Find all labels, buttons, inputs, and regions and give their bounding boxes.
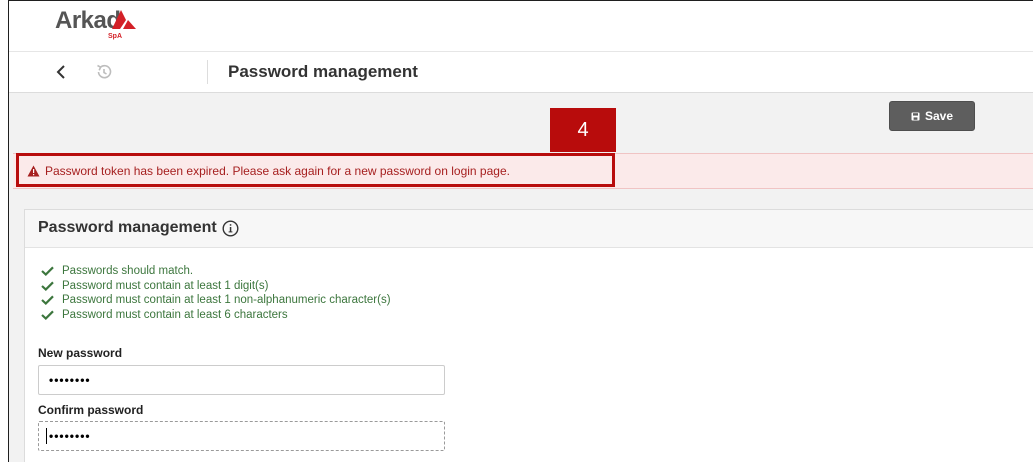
- brand-logo-icon: [112, 10, 136, 29]
- new-password-value: ••••••••: [49, 373, 91, 387]
- floppy-disk-icon: [911, 112, 920, 120]
- password-management-panel: Password management Passwords should mat…: [24, 209, 1033, 462]
- text-caret: [46, 428, 47, 444]
- save-button-label: Save: [924, 109, 954, 123]
- password-rule: Password must contain at least 1 digit(s…: [41, 279, 391, 293]
- save-button[interactable]: Save: [889, 101, 975, 131]
- annotation-highlight-box: [16, 153, 615, 187]
- password-rule: Passwords should match.: [41, 264, 391, 278]
- panel-header: Password management: [25, 210, 1033, 248]
- new-password-label: New password: [38, 346, 123, 360]
- brand-suffix: SpA: [108, 33, 122, 40]
- page-title: Password management: [228, 62, 418, 81]
- password-rule-text: Password must contain at least 1 non-alp…: [62, 294, 391, 306]
- password-rule: Password must contain at least 1 non-alp…: [41, 293, 391, 307]
- check-icon: [41, 310, 54, 320]
- back-arrow-icon[interactable]: [53, 62, 69, 82]
- password-rule: Password must contain at least 6 charact…: [41, 308, 391, 322]
- history-icon[interactable]: [94, 62, 114, 82]
- check-icon: [41, 281, 54, 291]
- logo-bar: Arkad SpA: [9, 1, 1033, 51]
- password-rules-list: Passwords should match. Password must co…: [41, 264, 391, 322]
- info-icon[interactable]: [222, 220, 239, 237]
- nav-divider: [207, 60, 208, 84]
- annotation-step-badge: 4: [550, 108, 616, 152]
- confirm-password-label: Confirm password: [38, 403, 144, 417]
- panel-title: Password management: [38, 219, 217, 236]
- navigation-bar: Password management: [9, 51, 1033, 93]
- check-icon: [41, 295, 54, 305]
- check-icon: [41, 266, 54, 276]
- app-window: Arkad SpA Password management Save Passw…: [8, 0, 1033, 462]
- confirm-password-field[interactable]: ••••••••: [38, 421, 445, 451]
- confirm-password-value: ••••••••: [49, 429, 91, 443]
- new-password-field[interactable]: ••••••••: [38, 365, 445, 395]
- password-rule-text: Password must contain at least 1 digit(s…: [62, 279, 269, 292]
- password-rule-text: Password must contain at least 6 charact…: [62, 308, 288, 321]
- password-rule-text: Passwords should match.: [62, 265, 194, 277]
